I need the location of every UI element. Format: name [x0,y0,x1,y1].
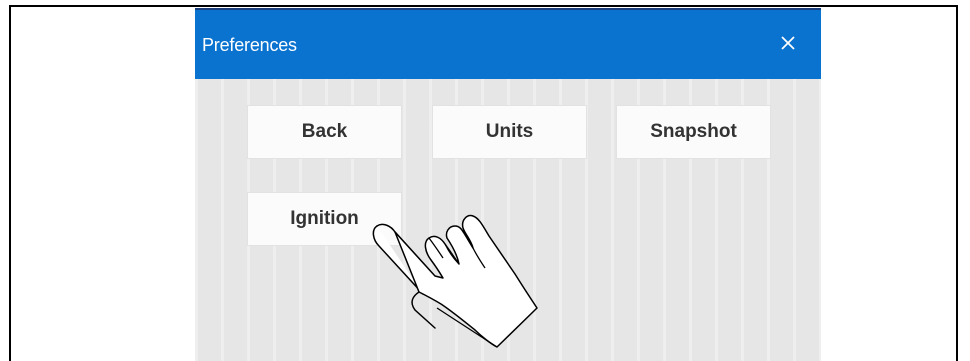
snapshot-button[interactable]: Snapshot [616,105,771,159]
hand-pointer-icon [372,214,538,348]
close-icon [781,36,795,50]
title-bar: Preferences [195,8,821,79]
window-title: Preferences [202,35,297,55]
back-button[interactable]: Back [247,105,402,159]
units-button[interactable]: Units [432,105,587,159]
close-button[interactable] [775,30,801,56]
